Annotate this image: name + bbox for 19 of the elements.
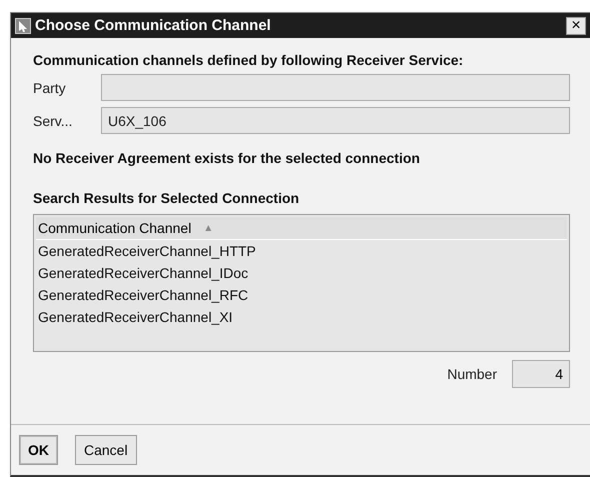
table-row[interactable]: GeneratedReceiverChannel_IDoc [36, 262, 567, 284]
table-row[interactable]: GeneratedReceiverChannel_RFC [36, 284, 567, 306]
input-field[interactable] [101, 74, 570, 101]
results-heading: Search Results for Selected Connection [33, 190, 300, 206]
column-header[interactable]: Communication Channel ▲ [36, 217, 567, 240]
section-heading: Communication channels defined by following Receiver Service: [33, 52, 464, 68]
window-title: Choose Communication Channel [35, 17, 272, 34]
input-field[interactable]: U6X_106 [101, 107, 570, 134]
close-button[interactable]: × [566, 16, 586, 34]
cancel-button[interactable]: Cancel [75, 435, 137, 465]
ok-button[interactable]: OK [19, 435, 58, 465]
count-field[interactable]: 4 [512, 360, 570, 388]
table-row[interactable]: GeneratedReceiverChannel_XI [36, 306, 567, 328]
table-row[interactable]: GeneratedReceiverChannel_HTTP [36, 240, 567, 262]
field-label: Party [33, 80, 67, 96]
message-text: No Receiver Agreement exists for the selected connection [33, 150, 421, 166]
field-label: Serv... [33, 112, 74, 128]
count-label: Number [447, 366, 497, 382]
window-icon [15, 18, 31, 34]
